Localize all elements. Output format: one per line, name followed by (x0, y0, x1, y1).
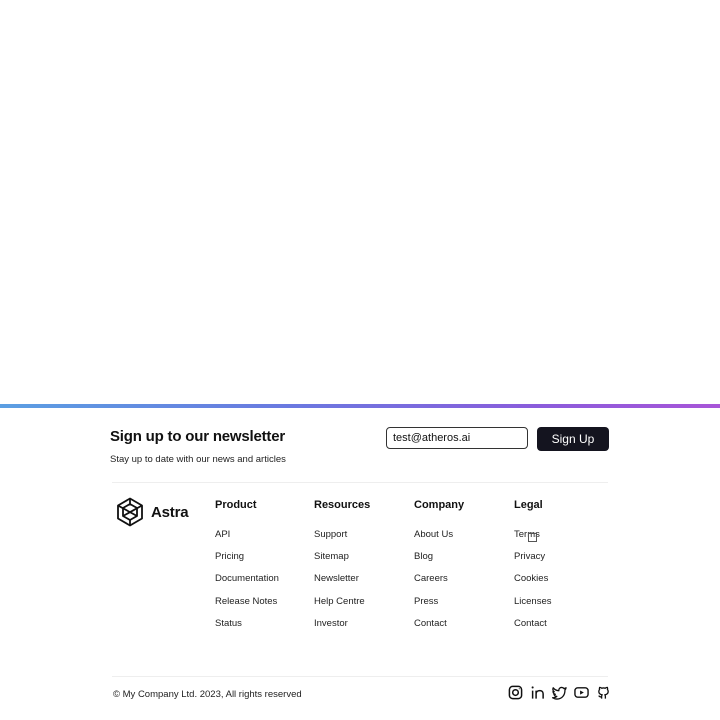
copyright-text: © My Company Ltd. 2023, All rights reser… (113, 689, 302, 700)
brand[interactable]: Astra (115, 497, 189, 527)
footer-link-newsletter[interactable]: Newsletter (314, 573, 359, 584)
footer-link-press[interactable]: Press (414, 596, 438, 607)
footer-column-resources: Resources Support Sitemap Newsletter Hel… (314, 498, 370, 637)
link-list-product: API Pricing Documentation Release Notes … (215, 526, 279, 637)
footer-link-documentation[interactable]: Documentation (215, 573, 279, 584)
linkedin-icon[interactable] (530, 685, 545, 700)
newsletter-subtitle: Stay up to date with our news and articl… (110, 454, 286, 465)
page-content-area (0, 0, 720, 404)
column-title-resources: Resources (314, 499, 371, 511)
footer-link-investor[interactable]: Investor (314, 618, 348, 629)
link-list-legal: Terms Privacy Cookies Licenses Contact (514, 526, 552, 637)
footer-link-contact-legal[interactable]: Contact (514, 618, 547, 629)
link-list-resources: Support Sitemap Newsletter Help Centre I… (314, 526, 370, 637)
instagram-icon[interactable] (508, 685, 523, 700)
footer-link-release-notes[interactable]: Release Notes (215, 596, 277, 607)
footer-link-pricing[interactable]: Pricing (215, 551, 244, 562)
brand-name: Astra (151, 503, 189, 521)
footer-column-company: Company About Us Blog Careers Press Cont… (414, 498, 464, 637)
footer-link-careers[interactable]: Careers (414, 573, 448, 584)
column-title-product: Product (215, 499, 257, 511)
footer-link-sitemap[interactable]: Sitemap (314, 551, 349, 562)
newsletter-title: Sign up to our newsletter (110, 428, 286, 445)
hexagon-cube-logo-icon (117, 497, 143, 527)
footer-link-about-us[interactable]: About Us (414, 529, 453, 540)
footer-link-status[interactable]: Status (215, 618, 242, 629)
footer-link-contact-company[interactable]: Contact (414, 618, 447, 629)
footer-link-api[interactable]: API (215, 529, 230, 540)
footer-link-blog[interactable]: Blog (414, 551, 433, 562)
site-footer: Sign up to our newsletter Stay up to dat… (0, 408, 720, 720)
column-title-company: Company (414, 499, 465, 511)
mouse-cursor-icon (528, 533, 537, 542)
footer-bottom-divider (112, 676, 608, 677)
footer-link-privacy[interactable]: Privacy (514, 551, 545, 562)
footer-divider (112, 482, 608, 483)
footer-link-licenses[interactable]: Licenses (514, 596, 552, 607)
footer-link-support[interactable]: Support (314, 529, 347, 540)
newsletter-email-input[interactable] (386, 427, 528, 449)
sign-up-button[interactable]: Sign Up (537, 427, 609, 451)
footer-link-help-centre[interactable]: Help Centre (314, 596, 365, 607)
footer-column-legal: Legal Terms Privacy Cookies Licenses Con… (514, 498, 552, 637)
youtube-icon[interactable] (574, 685, 589, 700)
social-links (508, 685, 618, 700)
footer-column-product: Product API Pricing Documentation Releas… (215, 498, 279, 637)
github-icon[interactable] (596, 685, 611, 700)
twitter-icon[interactable] (552, 685, 567, 700)
link-list-company: About Us Blog Careers Press Contact (414, 526, 464, 637)
footer-link-cookies[interactable]: Cookies (514, 573, 548, 584)
column-title-legal: Legal (514, 499, 543, 511)
